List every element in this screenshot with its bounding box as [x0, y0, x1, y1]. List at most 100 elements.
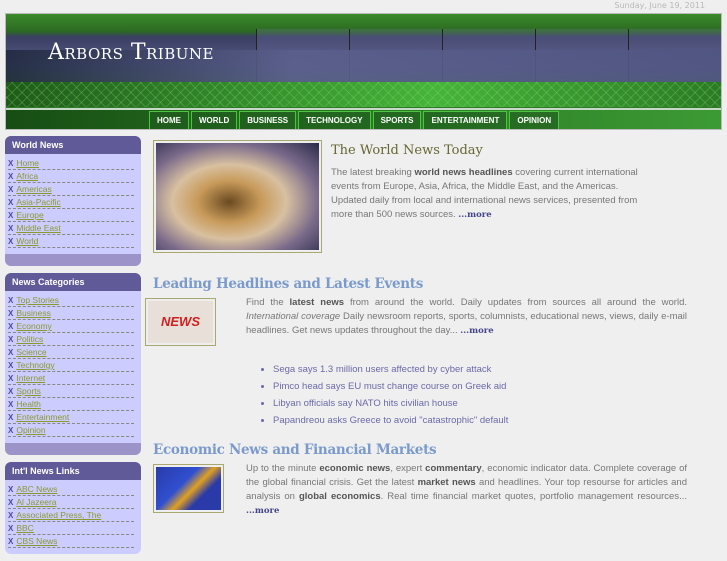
sidebar-link[interactable]: X Asia-Pacific — [8, 196, 134, 209]
x-bullet-icon: X — [8, 374, 14, 383]
x-bullet-icon: X — [8, 524, 14, 533]
sidebar-link-label[interactable]: Business — [16, 308, 51, 318]
sidebar-box: News Categories X Top Stories X Business X Eco… — [5, 273, 141, 455]
sidebar-link-label[interactable]: Associated Press, The — [16, 510, 101, 520]
leading-more-link[interactable]: ...more — [460, 326, 493, 336]
x-bullet-icon: X — [8, 198, 14, 207]
sidebar-link-label[interactable]: BBC — [16, 523, 33, 533]
x-bullet-icon: X — [8, 498, 14, 507]
x-bullet-icon: X — [8, 185, 14, 194]
nav-business[interactable]: BUSINESS — [239, 110, 297, 129]
sidebar-link-label[interactable]: Economy — [16, 321, 51, 331]
sidebar-link[interactable]: X World — [8, 235, 134, 248]
sidebar-link[interactable]: X Technolgy — [8, 359, 134, 372]
economic-more-link[interactable]: ...more — [246, 506, 279, 516]
economic-title: Economic News and Financial Markets — [153, 442, 437, 458]
sidebar-link[interactable]: X BBC — [8, 522, 134, 535]
sidebar-link[interactable]: X Associated Press, The — [8, 509, 134, 522]
sidebar-link-label[interactable]: Opinion — [16, 425, 45, 435]
sidebar-link[interactable]: X Africa — [8, 170, 134, 183]
sidebar-link[interactable]: X Home — [8, 157, 134, 170]
world-news-image — [153, 140, 322, 253]
sidebar-link-label[interactable]: Top Stories — [16, 295, 59, 305]
sidebar-link-label[interactable]: Health — [16, 399, 41, 409]
sidebar-link[interactable]: X Europe — [8, 209, 134, 222]
sidebar-link-label[interactable]: Science — [16, 347, 46, 357]
sidebar-link[interactable]: X Middle East — [8, 222, 134, 235]
sidebar-link[interactable]: X Business — [8, 307, 134, 320]
sidebar-box-title: World News — [5, 136, 141, 154]
headline-link[interactable]: Libyan officials say NATO hits civilian … — [273, 395, 508, 412]
leading-text: Find the latest news from around the wor… — [246, 297, 688, 336]
x-bullet-icon: X — [8, 426, 14, 435]
nav-technology[interactable]: TECHNOLOGY — [298, 110, 371, 129]
sidebar-box-title: Int'l News Links — [5, 462, 141, 480]
sidebar-link[interactable]: X Sports — [8, 385, 134, 398]
x-bullet-icon: X — [8, 224, 14, 233]
sidebar-link-label[interactable]: Europe — [16, 210, 43, 220]
x-bullet-icon: X — [8, 335, 14, 344]
x-bullet-icon: X — [8, 211, 14, 220]
economic-image — [153, 464, 224, 513]
nav-sports[interactable]: SPORTS — [372, 110, 422, 129]
site-logo[interactable]: Arbors Tribune — [48, 40, 214, 65]
x-bullet-icon: X — [8, 322, 14, 331]
x-bullet-icon: X — [8, 400, 14, 409]
headline-list: Sega says 1.3 million users affected by … — [273, 361, 508, 429]
sidebar-box: World News X Home X Africa X Americas X Asia-Pac… — [5, 136, 141, 266]
sidebar-link[interactable]: X CBS News — [8, 535, 134, 548]
economic-text: Up to the minute economic news, expert c… — [246, 463, 687, 516]
sidebar-link-label[interactable]: World — [16, 236, 38, 246]
date: Sunday, June 19, 2011 — [614, 1, 705, 10]
sidebar-box: Int'l News Links X ABC News X Al Jazeera X Ass… — [5, 462, 141, 554]
nav-world[interactable]: WORLD — [191, 110, 238, 129]
headline-link[interactable]: Papandreou asks Greece to avoid "catastr… — [273, 412, 508, 429]
intro-text: The latest breaking world news headlines… — [331, 167, 638, 220]
x-bullet-icon: X — [8, 172, 14, 181]
sidebar-box-title: News Categories — [5, 273, 141, 291]
headline-link[interactable]: Sega says 1.3 million users affected by … — [273, 361, 508, 378]
sidebar-link[interactable]: X Al Jazeera — [8, 496, 134, 509]
main-nav: HOME WORLD BUSINESS TECHNOLOGY SPORTS EN… — [6, 108, 721, 129]
sidebar-link[interactable]: X Americas — [8, 183, 134, 196]
sidebar-link[interactable]: X Opinion — [8, 424, 134, 437]
sidebar-link-label[interactable]: Africa — [16, 171, 38, 181]
sidebar-link[interactable]: X Science — [8, 346, 134, 359]
sidebar-link[interactable]: X Politics — [8, 333, 134, 346]
nav-home[interactable]: HOME — [149, 110, 189, 129]
sidebar-link-label[interactable]: Middle East — [16, 223, 60, 233]
x-bullet-icon: X — [8, 485, 14, 494]
sidebar-link[interactable]: X ABC News — [8, 483, 134, 496]
nav-entertainment[interactable]: ENTERTAINMENT — [423, 110, 508, 129]
headline-link[interactable]: Pimco head says EU must change course on… — [273, 378, 508, 395]
sidebar: World News X Home X Africa X Americas X Asia-Pac… — [5, 136, 141, 561]
sidebar-link-label[interactable]: ABC News — [16, 484, 57, 494]
sidebar-link[interactable]: X Top Stories — [8, 294, 134, 307]
sidebar-link-label[interactable]: Asia-Pacific — [16, 197, 60, 207]
x-bullet-icon: X — [8, 159, 14, 168]
news-image: NEWS — [145, 298, 216, 346]
sidebar-link-label[interactable]: Home — [16, 158, 39, 168]
sidebar-link-label[interactable]: Politics — [16, 334, 43, 344]
sidebar-link[interactable]: X Health — [8, 398, 134, 411]
x-bullet-icon: X — [8, 387, 14, 396]
sidebar-link-label[interactable]: Internet — [16, 373, 45, 383]
x-bullet-icon: X — [8, 413, 14, 422]
site-header: Arbors Tribune HOME WORLD BUSINESS TECHN… — [5, 13, 722, 130]
intro-title: The World News Today — [331, 143, 483, 158]
sidebar-link[interactable]: X Economy — [8, 320, 134, 333]
sidebar-link[interactable]: X Internet — [8, 372, 134, 385]
x-bullet-icon: X — [8, 296, 14, 305]
x-bullet-icon: X — [8, 348, 14, 357]
x-bullet-icon: X — [8, 511, 14, 520]
sidebar-link-label[interactable]: Entertainment — [16, 412, 69, 422]
sidebar-link[interactable]: X Entertainment — [8, 411, 134, 424]
x-bullet-icon: X — [8, 361, 14, 370]
sidebar-link-label[interactable]: Americas — [16, 184, 51, 194]
intro-more-link[interactable]: ...more — [458, 210, 491, 220]
x-bullet-icon: X — [8, 309, 14, 318]
sidebar-link-label[interactable]: Al Jazeera — [16, 497, 56, 507]
sidebar-link-label[interactable]: Sports — [16, 386, 41, 396]
sidebar-link-label[interactable]: Technolgy — [16, 360, 54, 370]
nav-opinion[interactable]: OPINION — [509, 110, 560, 129]
